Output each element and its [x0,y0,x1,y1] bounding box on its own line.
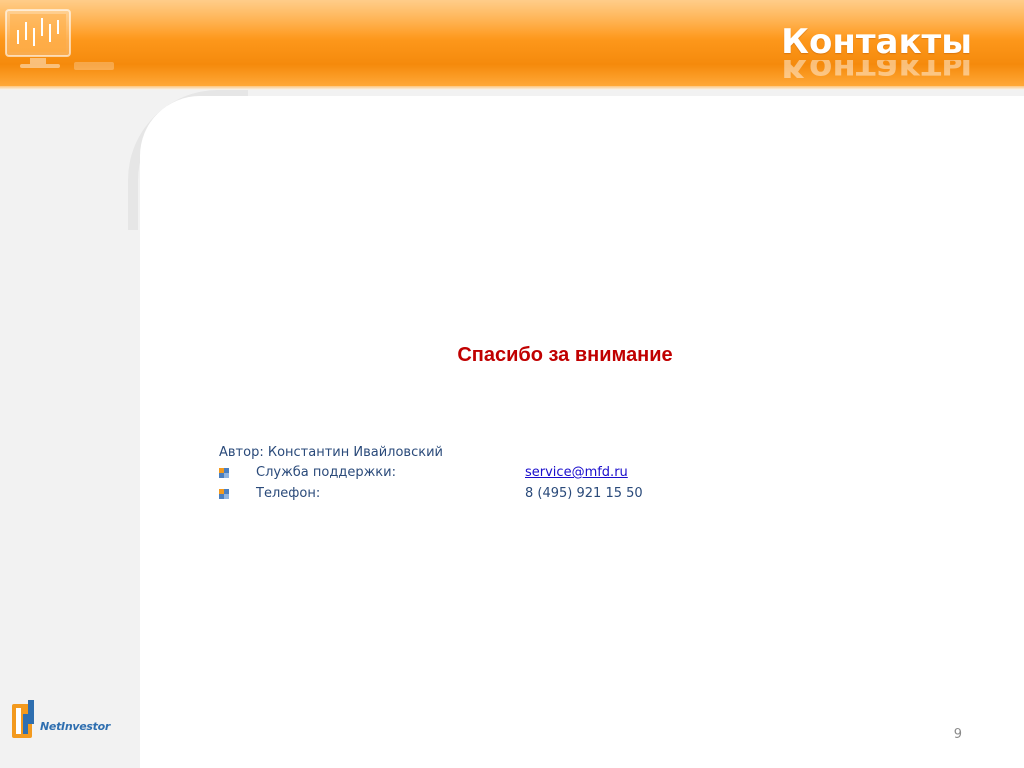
content-panel [140,96,1024,768]
bullet-icon [219,468,229,478]
logo-text: NetInvestor [40,720,110,733]
support-label: Служба поддержки: [256,465,396,480]
bullet-icon [219,489,229,499]
support-email-link[interactable]: service@mfd.ru [525,465,628,480]
phone-value: 8 (495) 921 15 50 [525,486,643,501]
slide-title-reflection: Контакты [781,60,972,78]
monitor-chart-icon [5,9,114,70]
author-line: Автор: Константин Ивайловский [219,445,443,460]
slide-title: Контакты [781,22,972,62]
netinvestor-logo: NetInvestor [10,698,126,742]
thanks-heading: Спасибо за внимание [457,344,673,366]
netinvestor-logo-icon [12,700,34,738]
slide-title-group: Контакты Контакты [781,22,972,96]
phone-label: Телефон: [256,486,321,501]
header-band: Контакты Контакты [0,0,1024,86]
header-divider [0,86,1024,90]
slide: Контакты Контакты Спасибо за внимание Ав… [0,0,1024,768]
page-number: 9 [953,727,962,742]
